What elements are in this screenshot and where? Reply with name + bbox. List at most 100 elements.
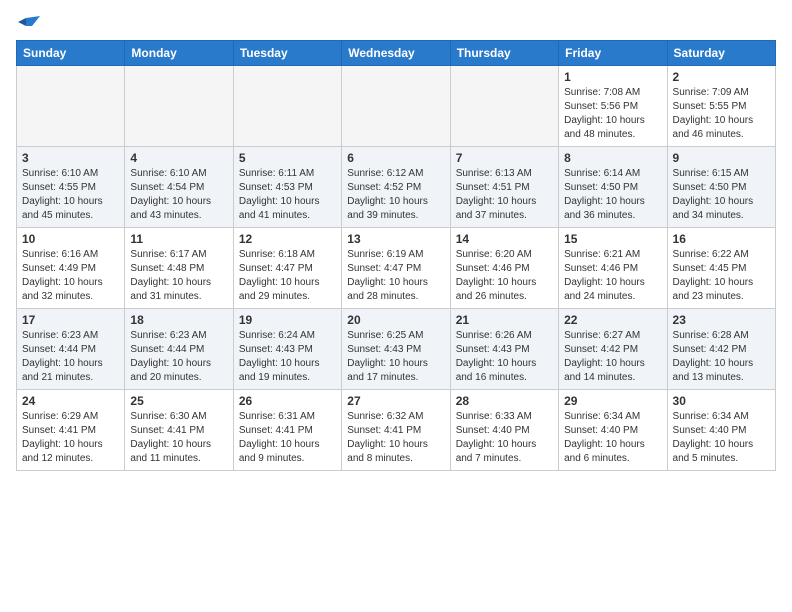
day-number: 13 <box>347 232 444 246</box>
weekday-header-monday: Monday <box>125 41 233 66</box>
day-number: 28 <box>456 394 553 408</box>
day-info: Sunrise: 6:10 AM Sunset: 4:55 PM Dayligh… <box>22 167 119 223</box>
weekday-header-friday: Friday <box>559 41 667 66</box>
calendar-cell: 9 Sunrise: 6:15 AM Sunset: 4:50 PM Daylig… <box>667 147 775 228</box>
day-number: 21 <box>456 313 553 327</box>
day-number: 6 <box>347 151 444 165</box>
day-number: 15 <box>564 232 661 246</box>
day-number: 19 <box>239 313 336 327</box>
day-info: Sunrise: 6:26 AM Sunset: 4:43 PM Dayligh… <box>456 329 553 385</box>
calendar-cell <box>342 66 450 147</box>
calendar-cell: 30 Sunrise: 6:34 AM Sunset: 4:40 PM Dayli… <box>667 390 775 471</box>
weekday-header-row: SundayMondayTuesdayWednesdayThursdayFrid… <box>17 41 776 66</box>
day-info: Sunrise: 6:14 AM Sunset: 4:50 PM Dayligh… <box>564 167 661 223</box>
page-header <box>16 16 776 30</box>
day-number: 20 <box>347 313 444 327</box>
day-number: 29 <box>564 394 661 408</box>
calendar-cell: 29 Sunrise: 6:34 AM Sunset: 4:40 PM Dayli… <box>559 390 667 471</box>
calendar-cell <box>233 66 341 147</box>
calendar-cell: 24 Sunrise: 6:29 AM Sunset: 4:41 PM Dayli… <box>17 390 125 471</box>
calendar-cell: 18 Sunrise: 6:23 AM Sunset: 4:44 PM Dayli… <box>125 309 233 390</box>
week-row-4: 17 Sunrise: 6:23 AM Sunset: 4:44 PM Dayli… <box>17 309 776 390</box>
day-info: Sunrise: 6:23 AM Sunset: 4:44 PM Dayligh… <box>130 329 227 385</box>
calendar-cell: 3Sunrise: 6:10 AM Sunset: 4:55 PM Daylig… <box>17 147 125 228</box>
day-info: Sunrise: 7:09 AM Sunset: 5:55 PM Dayligh… <box>673 86 770 142</box>
calendar-cell: 27Sunrise: 6:32 AM Sunset: 4:41 PM Dayli… <box>342 390 450 471</box>
day-number: 10 <box>22 232 119 246</box>
calendar-cell <box>125 66 233 147</box>
calendar-cell: 5 Sunrise: 6:11 AM Sunset: 4:53 PM Daylig… <box>233 147 341 228</box>
day-number: 5 <box>239 151 336 165</box>
day-number: 1 <box>564 70 661 84</box>
day-info: Sunrise: 6:18 AM Sunset: 4:47 PM Dayligh… <box>239 248 336 304</box>
calendar-cell: 28 Sunrise: 6:33 AM Sunset: 4:40 PM Dayli… <box>450 390 558 471</box>
day-number: 9 <box>673 151 770 165</box>
day-info: Sunrise: 6:23 AM Sunset: 4:44 PM Dayligh… <box>22 329 119 385</box>
day-info: Sunrise: 6:16 AM Sunset: 4:49 PM Dayligh… <box>22 248 119 304</box>
calendar-cell: 22 Sunrise: 6:27 AM Sunset: 4:42 PM Dayli… <box>559 309 667 390</box>
calendar-cell: 13 Sunrise: 6:19 AM Sunset: 4:47 PM Dayli… <box>342 228 450 309</box>
day-number: 4 <box>130 151 227 165</box>
day-info: Sunrise: 6:11 AM Sunset: 4:53 PM Dayligh… <box>239 167 336 223</box>
day-info: Sunrise: 6:12 AM Sunset: 4:52 PM Dayligh… <box>347 167 444 223</box>
weekday-header-thursday: Thursday <box>450 41 558 66</box>
day-number: 30 <box>673 394 770 408</box>
calendar-cell: 16Sunrise: 6:22 AM Sunset: 4:45 PM Dayli… <box>667 228 775 309</box>
calendar-cell: 8 Sunrise: 6:14 AM Sunset: 4:50 PM Daylig… <box>559 147 667 228</box>
day-info: Sunrise: 6:34 AM Sunset: 4:40 PM Dayligh… <box>673 410 770 466</box>
weekday-header-saturday: Saturday <box>667 41 775 66</box>
calendar-cell: 12 Sunrise: 6:18 AM Sunset: 4:47 PM Dayli… <box>233 228 341 309</box>
calendar-cell: 7 Sunrise: 6:13 AM Sunset: 4:51 PM Daylig… <box>450 147 558 228</box>
calendar-cell: 14 Sunrise: 6:20 AM Sunset: 4:46 PM Dayli… <box>450 228 558 309</box>
week-row-5: 24 Sunrise: 6:29 AM Sunset: 4:41 PM Dayli… <box>17 390 776 471</box>
day-number: 16 <box>673 232 770 246</box>
day-number: 2 <box>673 70 770 84</box>
week-row-3: 10 Sunrise: 6:16 AM Sunset: 4:49 PM Dayli… <box>17 228 776 309</box>
calendar-cell: 4 Sunrise: 6:10 AM Sunset: 4:54 PM Daylig… <box>125 147 233 228</box>
calendar-cell <box>17 66 125 147</box>
day-info: Sunrise: 6:27 AM Sunset: 4:42 PM Dayligh… <box>564 329 661 385</box>
day-info: Sunrise: 6:34 AM Sunset: 4:40 PM Dayligh… <box>564 410 661 466</box>
day-info: Sunrise: 6:13 AM Sunset: 4:51 PM Dayligh… <box>456 167 553 223</box>
weekday-header-wednesday: Wednesday <box>342 41 450 66</box>
calendar-cell: 21 Sunrise: 6:26 AM Sunset: 4:43 PM Dayli… <box>450 309 558 390</box>
calendar-cell: 10 Sunrise: 6:16 AM Sunset: 4:49 PM Dayli… <box>17 228 125 309</box>
day-info: Sunrise: 6:15 AM Sunset: 4:50 PM Dayligh… <box>673 167 770 223</box>
calendar-cell: 23 Sunrise: 6:28 AM Sunset: 4:42 PM Dayli… <box>667 309 775 390</box>
day-number: 24 <box>22 394 119 408</box>
week-row-2: 3Sunrise: 6:10 AM Sunset: 4:55 PM Daylig… <box>17 147 776 228</box>
calendar-cell: 11 Sunrise: 6:17 AM Sunset: 4:48 PM Dayli… <box>125 228 233 309</box>
day-info: Sunrise: 6:17 AM Sunset: 4:48 PM Dayligh… <box>130 248 227 304</box>
calendar-cell <box>450 66 558 147</box>
week-row-1: 1 Sunrise: 7:08 AM Sunset: 5:56 PM Daylig… <box>17 66 776 147</box>
day-number: 8 <box>564 151 661 165</box>
day-info: Sunrise: 6:20 AM Sunset: 4:46 PM Dayligh… <box>456 248 553 304</box>
day-info: Sunrise: 6:29 AM Sunset: 4:41 PM Dayligh… <box>22 410 119 466</box>
logo <box>16 16 40 30</box>
day-number: 17 <box>22 313 119 327</box>
day-number: 7 <box>456 151 553 165</box>
calendar-cell: 20 Sunrise: 6:25 AM Sunset: 4:43 PM Dayli… <box>342 309 450 390</box>
day-number: 12 <box>239 232 336 246</box>
day-number: 23 <box>673 313 770 327</box>
day-info: Sunrise: 6:10 AM Sunset: 4:54 PM Dayligh… <box>130 167 227 223</box>
calendar-cell: 15Sunrise: 6:21 AM Sunset: 4:46 PM Dayli… <box>559 228 667 309</box>
day-number: 11 <box>130 232 227 246</box>
day-info: Sunrise: 6:31 AM Sunset: 4:41 PM Dayligh… <box>239 410 336 466</box>
calendar-table: SundayMondayTuesdayWednesdayThursdayFrid… <box>16 40 776 471</box>
day-number: 18 <box>130 313 227 327</box>
day-info: Sunrise: 6:33 AM Sunset: 4:40 PM Dayligh… <box>456 410 553 466</box>
day-info: Sunrise: 6:24 AM Sunset: 4:43 PM Dayligh… <box>239 329 336 385</box>
day-info: Sunrise: 7:08 AM Sunset: 5:56 PM Dayligh… <box>564 86 661 142</box>
logo-bird-icon <box>18 16 40 34</box>
day-info: Sunrise: 6:28 AM Sunset: 4:42 PM Dayligh… <box>673 329 770 385</box>
calendar-cell: 6 Sunrise: 6:12 AM Sunset: 4:52 PM Daylig… <box>342 147 450 228</box>
calendar-cell: 19 Sunrise: 6:24 AM Sunset: 4:43 PM Dayli… <box>233 309 341 390</box>
day-number: 25 <box>130 394 227 408</box>
day-number: 14 <box>456 232 553 246</box>
day-number: 22 <box>564 313 661 327</box>
day-info: Sunrise: 6:19 AM Sunset: 4:47 PM Dayligh… <box>347 248 444 304</box>
day-number: 26 <box>239 394 336 408</box>
weekday-header-tuesday: Tuesday <box>233 41 341 66</box>
day-info: Sunrise: 6:25 AM Sunset: 4:43 PM Dayligh… <box>347 329 444 385</box>
